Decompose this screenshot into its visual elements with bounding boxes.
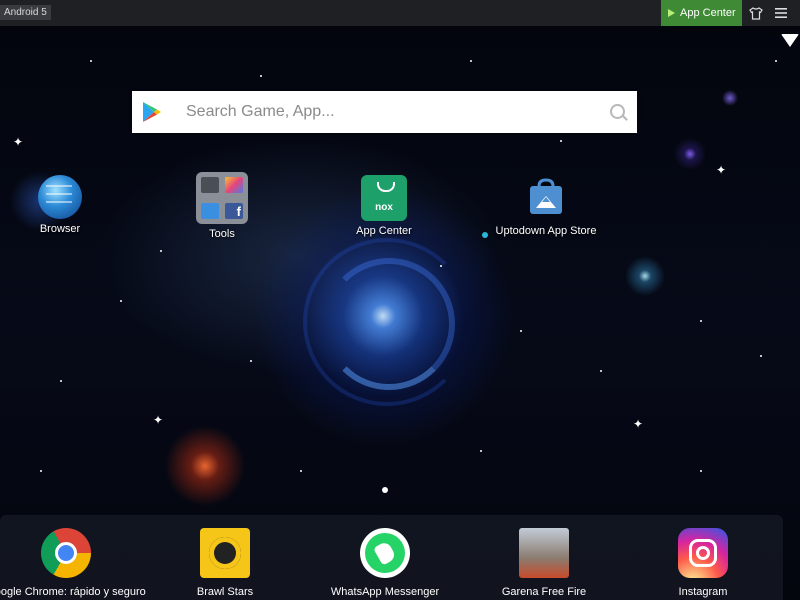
desktop-item-app-center[interactable]: nox App Center bbox=[324, 175, 444, 237]
star bbox=[90, 60, 92, 62]
star: ✦ bbox=[716, 163, 727, 177]
dock-item-label: WhatsApp Messenger bbox=[330, 586, 440, 598]
galaxy-swirl-outer bbox=[303, 238, 471, 406]
star bbox=[120, 300, 122, 302]
brawl-stars-icon bbox=[200, 528, 250, 578]
dock-item-label: Brawl Stars bbox=[196, 586, 254, 598]
desktop-item-label: Browser bbox=[39, 223, 81, 235]
desktop-item-label: App Center bbox=[356, 225, 412, 237]
star: ✦ bbox=[153, 413, 164, 427]
star: ✦ bbox=[633, 417, 644, 431]
dock-item-label: Instagram bbox=[678, 586, 728, 598]
desktop-item-tools[interactable]: f Tools bbox=[162, 172, 282, 240]
dock-item-free-fire[interactable]: Garena Free Fire bbox=[459, 528, 629, 598]
star bbox=[440, 265, 442, 267]
free-fire-icon bbox=[519, 528, 569, 578]
instagram-icon bbox=[678, 528, 728, 578]
facebook-icon: f bbox=[225, 203, 243, 219]
whatsapp-icon bbox=[360, 528, 410, 578]
search-input[interactable]: Search Game, App... bbox=[186, 103, 335, 121]
desktop-item-label: Tools bbox=[209, 228, 235, 240]
play-icon bbox=[668, 9, 675, 17]
desktop-item-uptodown[interactable]: Uptodown App Store bbox=[486, 178, 606, 237]
app-center-button-label: App Center bbox=[680, 7, 736, 19]
star bbox=[480, 450, 482, 452]
gallery-icon bbox=[225, 177, 243, 193]
star bbox=[600, 370, 602, 372]
desktop-item-label: Uptodown App Store bbox=[495, 225, 597, 237]
bag-icon bbox=[377, 182, 395, 192]
menu-icon[interactable] bbox=[773, 5, 789, 21]
star bbox=[250, 360, 252, 362]
star bbox=[775, 60, 777, 62]
star bbox=[700, 470, 702, 472]
star bbox=[520, 330, 522, 332]
star bbox=[60, 380, 62, 382]
shirt-icon[interactable] bbox=[748, 5, 764, 21]
search-bar[interactable]: Search Game, App... bbox=[132, 91, 637, 133]
camera-icon bbox=[201, 177, 219, 193]
app-center-button[interactable]: App Center bbox=[661, 0, 742, 26]
wifi-icon bbox=[781, 34, 799, 47]
folder-icon bbox=[201, 203, 219, 219]
search-icon[interactable] bbox=[610, 104, 625, 119]
page-indicator-dot bbox=[382, 487, 388, 493]
star bbox=[160, 250, 162, 252]
star bbox=[760, 355, 762, 357]
uptodown-icon bbox=[530, 178, 562, 214]
star bbox=[40, 470, 42, 472]
chrome-icon bbox=[41, 528, 91, 578]
nox-logo-text: nox bbox=[375, 202, 393, 213]
star bbox=[700, 320, 702, 322]
star: ✦ bbox=[13, 135, 24, 149]
dock-item-whatsapp[interactable]: WhatsApp Messenger bbox=[300, 528, 470, 598]
star bbox=[560, 140, 562, 142]
desktop-item-browser[interactable]: Browser bbox=[0, 175, 120, 235]
emulator-title-bar: Android 5 App Center bbox=[0, 0, 800, 26]
tools-folder-icon: f bbox=[196, 172, 248, 224]
new-app-dot bbox=[482, 232, 488, 238]
dock-item-chrome[interactable]: Google Chrome: rápido y seguro bbox=[0, 528, 151, 598]
star bbox=[260, 75, 262, 77]
window-title: Android 5 bbox=[0, 5, 51, 20]
dock-item-instagram[interactable]: Instagram bbox=[618, 528, 788, 598]
dock-item-label: Garena Free Fire bbox=[501, 586, 587, 598]
dock-item-brawl-stars[interactable]: Brawl Stars bbox=[140, 528, 310, 598]
star bbox=[470, 60, 472, 62]
dock-item-label: Google Chrome: rápido y seguro bbox=[0, 586, 146, 598]
phone-handset-icon bbox=[373, 540, 397, 566]
nox-app-center-icon: nox bbox=[361, 175, 407, 221]
star bbox=[300, 470, 302, 472]
globe-icon bbox=[38, 175, 82, 219]
google-play-icon bbox=[143, 102, 161, 122]
